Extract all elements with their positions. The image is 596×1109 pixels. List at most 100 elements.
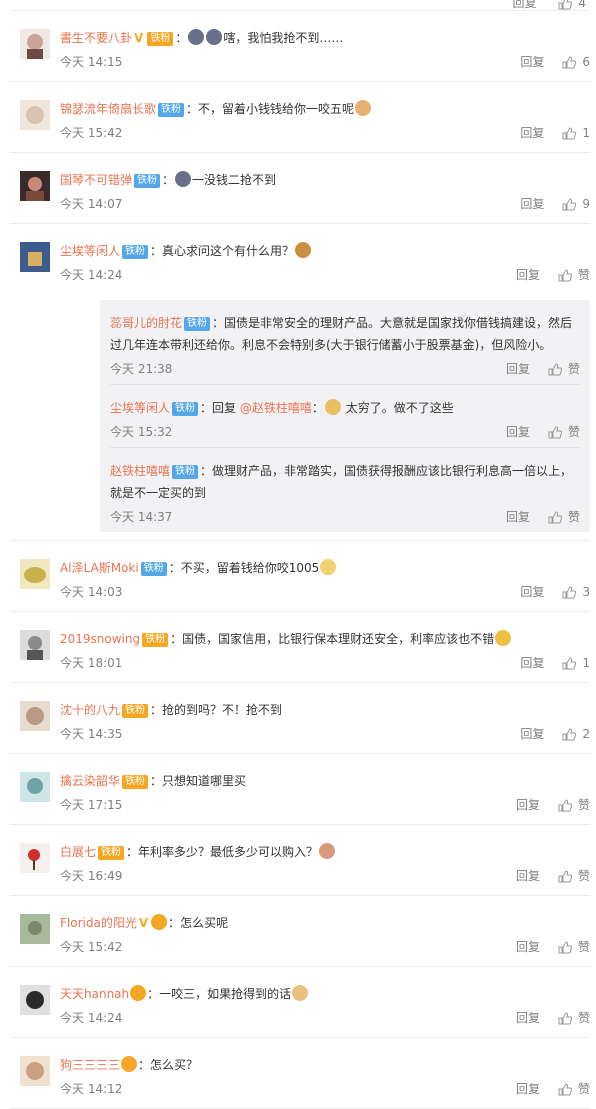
username-link[interactable]: 擒云染韶华 xyxy=(60,774,120,788)
like-button[interactable]: 赞 xyxy=(548,421,580,443)
mention-link[interactable]: @赵铁柱嘻嘻 xyxy=(240,401,312,415)
comment-time: 今天 15:42 xyxy=(60,126,123,140)
fan-badge[interactable]: 铁粉 xyxy=(172,465,199,479)
username-link[interactable]: 沈十的八九 xyxy=(60,703,120,717)
like-button[interactable]: 2 xyxy=(562,723,590,745)
fan-badge[interactable]: 铁粉 xyxy=(122,775,149,789)
like-button[interactable]: 赞 xyxy=(558,1078,590,1100)
avatar[interactable] xyxy=(20,772,50,802)
avatar[interactable] xyxy=(20,1056,50,1086)
avatar[interactable] xyxy=(20,171,50,201)
reply-button[interactable]: 回复 xyxy=(520,581,544,603)
reply-button[interactable]: 回复 xyxy=(520,122,544,144)
sub-reply-list: 蕊哥儿的肘花 铁粉 ：国债是非常安全的理财产品。大意就是国家找你借钱搞建设，然后过几… xyxy=(100,300,590,532)
like-button[interactable]: 赞 xyxy=(548,358,580,380)
fan-badge[interactable]: 铁粉 xyxy=(122,245,149,259)
username-link[interactable]: 蕊哥儿的肘花 xyxy=(110,316,182,330)
reply-button[interactable]: 回复 xyxy=(516,1007,540,1029)
username-link[interactable]: 赵铁柱嘻嘻 xyxy=(110,464,170,478)
comment-item: 擒云染韶华 铁粉 ：只想知道哪里买 今天 17:15 回复 赞 xyxy=(10,754,590,825)
reply-button[interactable]: 回复 xyxy=(516,865,540,887)
comment-item: 沈十的八九 铁粉 ：抢的到吗？不！抢不到 今天 14:35 回复 2 xyxy=(10,683,590,754)
avatar[interactable] xyxy=(20,701,50,731)
fan-badge[interactable]: 铁粉 xyxy=(184,317,211,331)
like-label: 赞 xyxy=(567,425,580,439)
fan-badge[interactable]: 铁粉 xyxy=(147,32,174,46)
username-link[interactable]: 锦瑟流年倚扇长歌 xyxy=(60,102,156,116)
fan-badge[interactable]: 铁粉 xyxy=(172,402,199,416)
comment-text: 一没钱二抢不到 xyxy=(192,173,277,187)
like-button[interactable]: 6 xyxy=(562,51,590,73)
username-link[interactable]: 2019snowing xyxy=(60,632,140,646)
username-link[interactable]: 天天hannah xyxy=(60,987,129,1001)
fan-badge[interactable]: 铁粉 xyxy=(122,704,149,718)
previous-comment-action-bar: 回复 4 xyxy=(513,0,586,11)
like-button[interactable]: 赞 xyxy=(558,936,590,958)
like-button[interactable]: 赞 xyxy=(558,264,590,286)
reply-button[interactable]: 回复 xyxy=(516,794,540,816)
reply-button[interactable]: 回复 xyxy=(520,723,544,745)
avatar[interactable] xyxy=(20,914,50,944)
like-button[interactable]: 3 xyxy=(562,581,590,603)
comment-text: 嗐，我怕我抢不到…… xyxy=(223,31,344,45)
reply-button[interactable]: 回复 xyxy=(516,936,540,958)
comment-time: 今天 14:24 xyxy=(60,1011,123,1025)
reply-button[interactable]: 回复 xyxy=(516,264,540,286)
like-button[interactable]: 赞 xyxy=(558,1007,590,1029)
like-button[interactable]: 赞 xyxy=(558,865,590,887)
emoji-icon xyxy=(295,242,312,258)
username-link[interactable]: Al泽LA斯Moki xyxy=(60,561,139,575)
fan-badge[interactable]: 铁粉 xyxy=(140,562,167,576)
comment-item: 天天hannah ：一咬三，如果抢得到的话 今天 14:24 回复 赞 xyxy=(10,967,590,1038)
like-button[interactable]: 赞 xyxy=(558,794,590,816)
emoji-icon xyxy=(319,843,336,859)
comment-line: 2019snowing 铁粉 ：国债，国家信用，比银行保本理财还安全，利率应该也不错 xyxy=(60,628,590,650)
fan-badge[interactable]: 铁粉 xyxy=(158,103,185,117)
like-button[interactable]: 1 xyxy=(562,122,590,144)
username-link[interactable]: 尘埃等闲人 xyxy=(60,244,120,258)
comment-item: 白展七 铁粉 ：年利率多少？最低多少可以购入？ 今天 16:49 回复 赞 xyxy=(10,825,590,896)
like-count: 9 xyxy=(582,197,590,211)
username-link[interactable]: 尘埃等闲人 xyxy=(110,401,170,415)
username-link[interactable]: 白展七 xyxy=(60,845,96,859)
comment-time: 今天 14:12 xyxy=(60,1082,123,1096)
comment-text: 真心求问这个有什么用？ xyxy=(162,244,295,258)
comment-line: 锦瑟流年倚扇长歌 铁粉 ：不，留着小钱钱给你一咬五呢 xyxy=(60,98,590,120)
avatar[interactable] xyxy=(20,630,50,660)
avatar[interactable] xyxy=(20,100,50,130)
thumbs-up-icon xyxy=(562,728,577,741)
avatar-image xyxy=(20,985,50,1015)
reply-button[interactable]: 回复 xyxy=(506,358,530,380)
avatar[interactable] xyxy=(20,843,50,873)
avatar-image xyxy=(20,100,50,130)
comment-line: 尘埃等闲人 铁粉 ：真心求问这个有什么用？ xyxy=(60,240,590,262)
fan-badge[interactable]: 铁粉 xyxy=(98,846,125,860)
reply-button[interactable]: 回复 xyxy=(516,1078,540,1100)
avatar[interactable] xyxy=(20,29,50,59)
username-link[interactable]: Florida的阳光 xyxy=(60,916,137,930)
username-link[interactable]: 狗三三三三 xyxy=(60,1058,120,1072)
comment-line: 国琴不可错弹 铁粉：一没钱二抢不到 xyxy=(60,171,277,188)
avatar[interactable] xyxy=(20,559,50,589)
reply-button[interactable]: 回复 xyxy=(520,51,544,73)
reply-button[interactable]: 回复 xyxy=(520,193,544,215)
thumbs-up-icon xyxy=(548,426,563,439)
like-button[interactable]: 9 xyxy=(562,193,590,215)
reply-button[interactable]: 回复 xyxy=(506,506,530,528)
reply-button[interactable]: 回复 xyxy=(513,0,537,11)
username-link[interactable]: 書生不要八卦 xyxy=(60,31,132,45)
like-button[interactable]: 4 xyxy=(558,0,586,10)
avatar[interactable] xyxy=(20,985,50,1015)
comment-time: 今天 14:24 xyxy=(60,268,123,282)
reply-button[interactable]: 回复 xyxy=(506,421,530,443)
thumbs-up-icon xyxy=(558,0,573,10)
fan-badge[interactable]: 铁粉 xyxy=(142,633,169,647)
reply-button[interactable]: 回复 xyxy=(520,652,544,674)
username-link[interactable]: 国琴不可错弹 xyxy=(60,173,132,187)
fan-badge[interactable]: 铁粉 xyxy=(134,174,161,188)
comment-time: 今天 17:15 xyxy=(60,798,123,812)
like-label: 赞 xyxy=(577,1011,590,1025)
avatar[interactable] xyxy=(20,242,50,272)
like-button[interactable]: 1 xyxy=(562,652,590,674)
like-button[interactable]: 赞 xyxy=(548,506,580,528)
